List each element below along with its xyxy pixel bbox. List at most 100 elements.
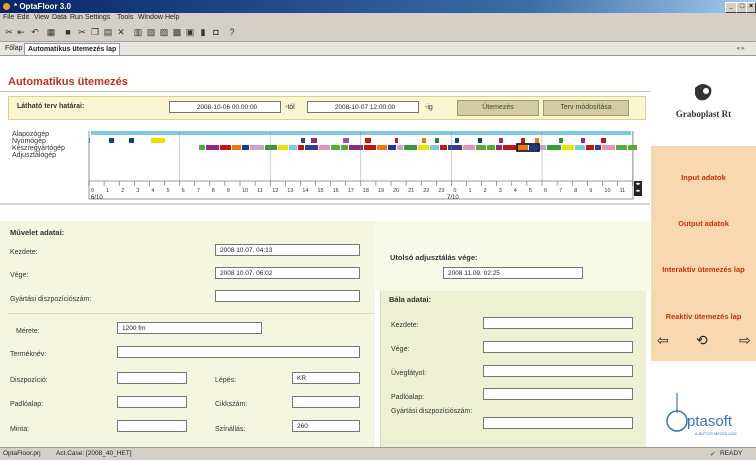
tab-folap[interactable]: Főlap <box>2 43 26 54</box>
bale-end-field[interactable] <box>483 341 633 353</box>
color-field[interactable]: 260 <box>292 420 360 432</box>
gantt-bar <box>499 138 503 143</box>
last-adjust-field[interactable]: 2008 11.09. 02:25 <box>443 267 583 279</box>
gantt-bar <box>418 145 429 150</box>
input-data-button[interactable]: Input adatok <box>651 173 756 182</box>
modify-plan-button[interactable]: Terv módosítása <box>543 100 629 116</box>
bale-disp-field[interactable] <box>483 417 633 429</box>
menu-data[interactable]: Data <box>52 14 67 21</box>
op-end-field[interactable]: 2008 10.07. 06:02 <box>215 267 360 279</box>
check-icon: ✔ <box>710 451 716 458</box>
step-field[interactable]: KR <box>292 372 360 384</box>
bale-data-panel: Bála adatai: Kezdete: Vége: Üvegfátyol: … <box>380 291 646 447</box>
output-data-button[interactable]: Output adatok <box>651 219 756 228</box>
bale-base-field[interactable] <box>483 388 633 400</box>
bars-icon[interactable]: ▮ <box>198 27 208 37</box>
chart-icon[interactable]: ▩ <box>172 27 182 37</box>
return-icon[interactable]: ⟲ <box>696 332 708 349</box>
copy-icon[interactable]: ❐ <box>90 27 100 37</box>
bale-start-field[interactable] <box>483 317 633 329</box>
gantt-scroll-arrows-icon[interactable]: ◂▸ ◂▸ <box>634 181 642 196</box>
step-label: Lépés: <box>215 377 237 384</box>
gantt-tick-label: 21 <box>408 188 414 194</box>
bale-end-label: Vége: <box>391 346 410 353</box>
gantt-tick-label: 13 <box>287 188 293 194</box>
day2-label: 7/10 <box>447 195 459 201</box>
gantt-bar <box>586 145 594 150</box>
gantt-bar <box>305 145 318 150</box>
menu-settings[interactable]: Settings <box>85 14 110 21</box>
gantt-tick-label: 0 <box>453 188 456 194</box>
menu-view[interactable]: View <box>34 14 49 21</box>
menu-edit[interactable]: Edit <box>17 14 29 21</box>
gantt-bar <box>448 145 462 150</box>
gantt-bar <box>476 145 486 150</box>
item-field[interactable] <box>292 396 360 408</box>
menu-run[interactable]: Run <box>70 14 83 21</box>
gantt-bar <box>278 145 288 150</box>
menu-file[interactable]: File <box>3 14 14 21</box>
gantt-bar <box>595 145 601 150</box>
query-icon[interactable]: ▣ <box>185 27 195 37</box>
reactive-schedule-button[interactable]: Reaktív ütemezés lap <box>651 312 756 321</box>
forward-arrow-icon[interactable]: ⇨ <box>739 332 751 349</box>
gantt-bar <box>455 138 459 143</box>
scissors-icon[interactable]: ✂ <box>77 27 87 37</box>
op-disp-field[interactable] <box>215 290 360 302</box>
graboplast-logo: Graboplast Rt <box>651 56 756 146</box>
gantt-tick-label: 1 <box>106 188 109 194</box>
nav-panel: Input adatok Output adatok Interaktív üt… <box>651 146 756 361</box>
close-button[interactable]: × <box>746 2 756 13</box>
product-field[interactable] <box>117 346 360 358</box>
plan-range-label: Látható terv határai: <box>17 103 85 110</box>
gantt-tick-label: 18 <box>363 188 369 194</box>
plan-to-field[interactable]: 2008-10-07 12:00:00 <box>307 101 419 113</box>
dispo-field[interactable] <box>117 372 187 384</box>
op-start-field[interactable]: 2008 10.07. 04:13 <box>215 244 360 256</box>
gantt-chart[interactable]: Alapozógép Nyomógép Készregyártógép Adju… <box>0 131 650 211</box>
day1-label: 6/10 <box>91 195 103 201</box>
gantt-bar <box>91 131 631 135</box>
gantt-tick-label: 5 <box>529 188 532 194</box>
grid-icon[interactable]: ▥ <box>133 27 143 37</box>
menu-window[interactable]: Window <box>138 14 163 21</box>
glass-field[interactable] <box>483 365 633 377</box>
gantt-tick-label: 14 <box>302 188 308 194</box>
plan-from-field[interactable]: 2008-10-06 00:00:00 <box>169 101 281 113</box>
interactive-schedule-button[interactable]: Interaktív ütemezés lap <box>651 265 756 274</box>
tab-automatikus[interactable]: Automatikus ütemezés lap <box>24 43 121 55</box>
gantt-tick-label: 23 <box>438 188 444 194</box>
size-field[interactable]: 1200 fm <box>117 322 262 334</box>
nav-icon[interactable]: ⇤ <box>16 27 26 37</box>
base-field[interactable] <box>117 396 187 408</box>
gantt-bar <box>109 138 114 143</box>
gantt-tick-label: 8 <box>574 188 577 194</box>
help-pointer-icon[interactable]: ? <box>227 27 237 37</box>
menu-help[interactable]: Help <box>165 14 179 21</box>
gantt-tick-label: 10 <box>242 188 248 194</box>
table-icon[interactable]: ▦ <box>46 27 56 37</box>
window-icon[interactable]: ◘ <box>211 27 221 37</box>
form-icon[interactable]: ▧ <box>146 27 156 37</box>
gantt-bar <box>377 145 387 150</box>
report-icon[interactable]: ▨ <box>159 27 169 37</box>
plan-range-bar: Látható terv határai: 2008-10-06 00:00:0… <box>8 96 646 120</box>
toolbar: ✂ ⇤ ↶ ▦ ■ ✂ ❐ ▤ ✕ ▥ ▧ ▨ ▩ ▣ ▮ ◘ ? <box>0 24 756 42</box>
sample-field[interactable] <box>117 420 187 432</box>
back-arrow-icon[interactable]: ⇦ <box>657 332 669 349</box>
plan-to-suffix: -ig <box>425 104 433 111</box>
status-ready: READY <box>720 450 743 457</box>
schedule-button[interactable]: Ütemezés <box>457 100 539 116</box>
gantt-tick-label: 17 <box>348 188 354 194</box>
status-bar: OptaFloor.prj Act.Case: [2008_40_HET] ✔ … <box>0 447 756 460</box>
menu-tools[interactable]: Tools <box>117 14 133 21</box>
delete-icon[interactable]: ✕ <box>116 27 126 37</box>
gantt-tick-label: 16 <box>333 188 339 194</box>
disp-label: Gyártási diszpozíciószám: <box>10 296 92 303</box>
folder-icon[interactable]: ■ <box>63 27 73 37</box>
gantt-bar <box>496 145 502 150</box>
paste-icon[interactable]: ▤ <box>103 27 113 37</box>
tab-scroll-arrows-icon[interactable]: ◂ ▸ <box>736 44 745 52</box>
undo-icon[interactable]: ↶ <box>30 27 40 37</box>
cut-icon[interactable]: ✂ <box>4 27 14 37</box>
